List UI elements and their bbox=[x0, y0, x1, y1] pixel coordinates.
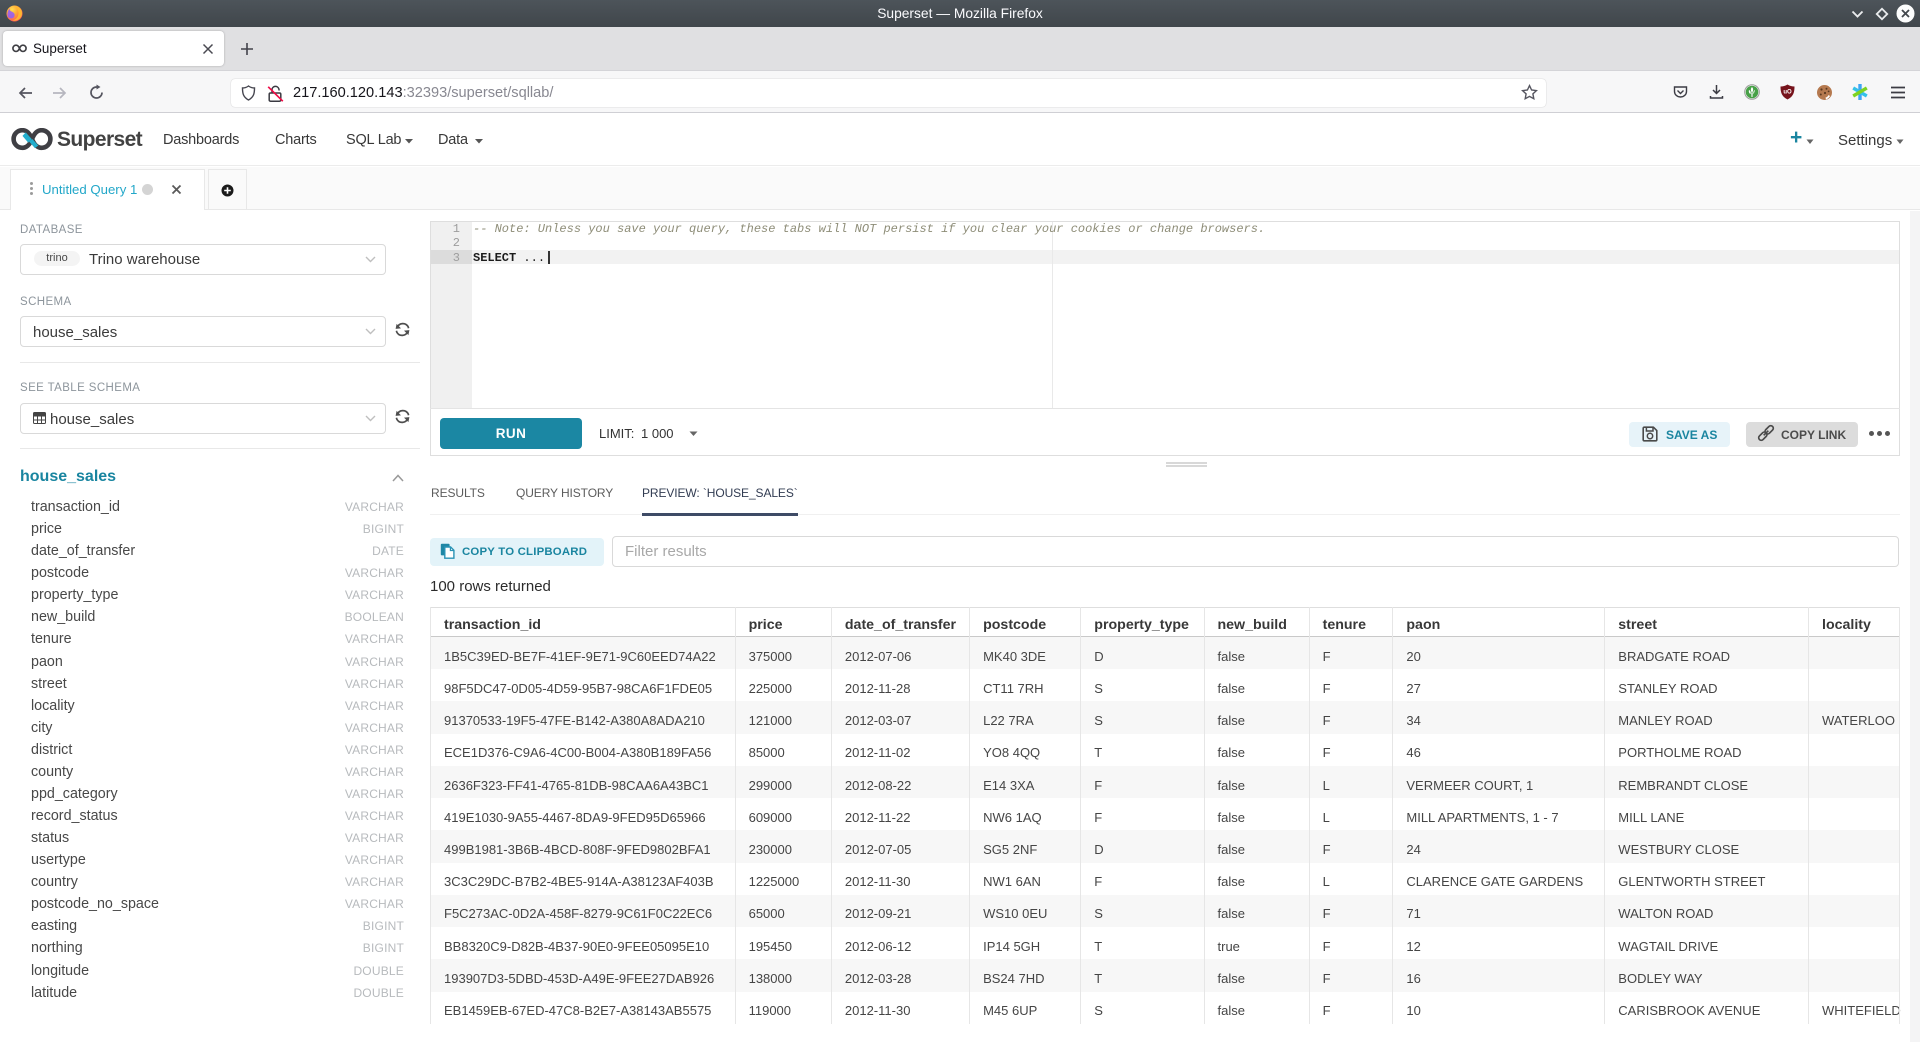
svg-text:uO: uO bbox=[1783, 90, 1792, 96]
